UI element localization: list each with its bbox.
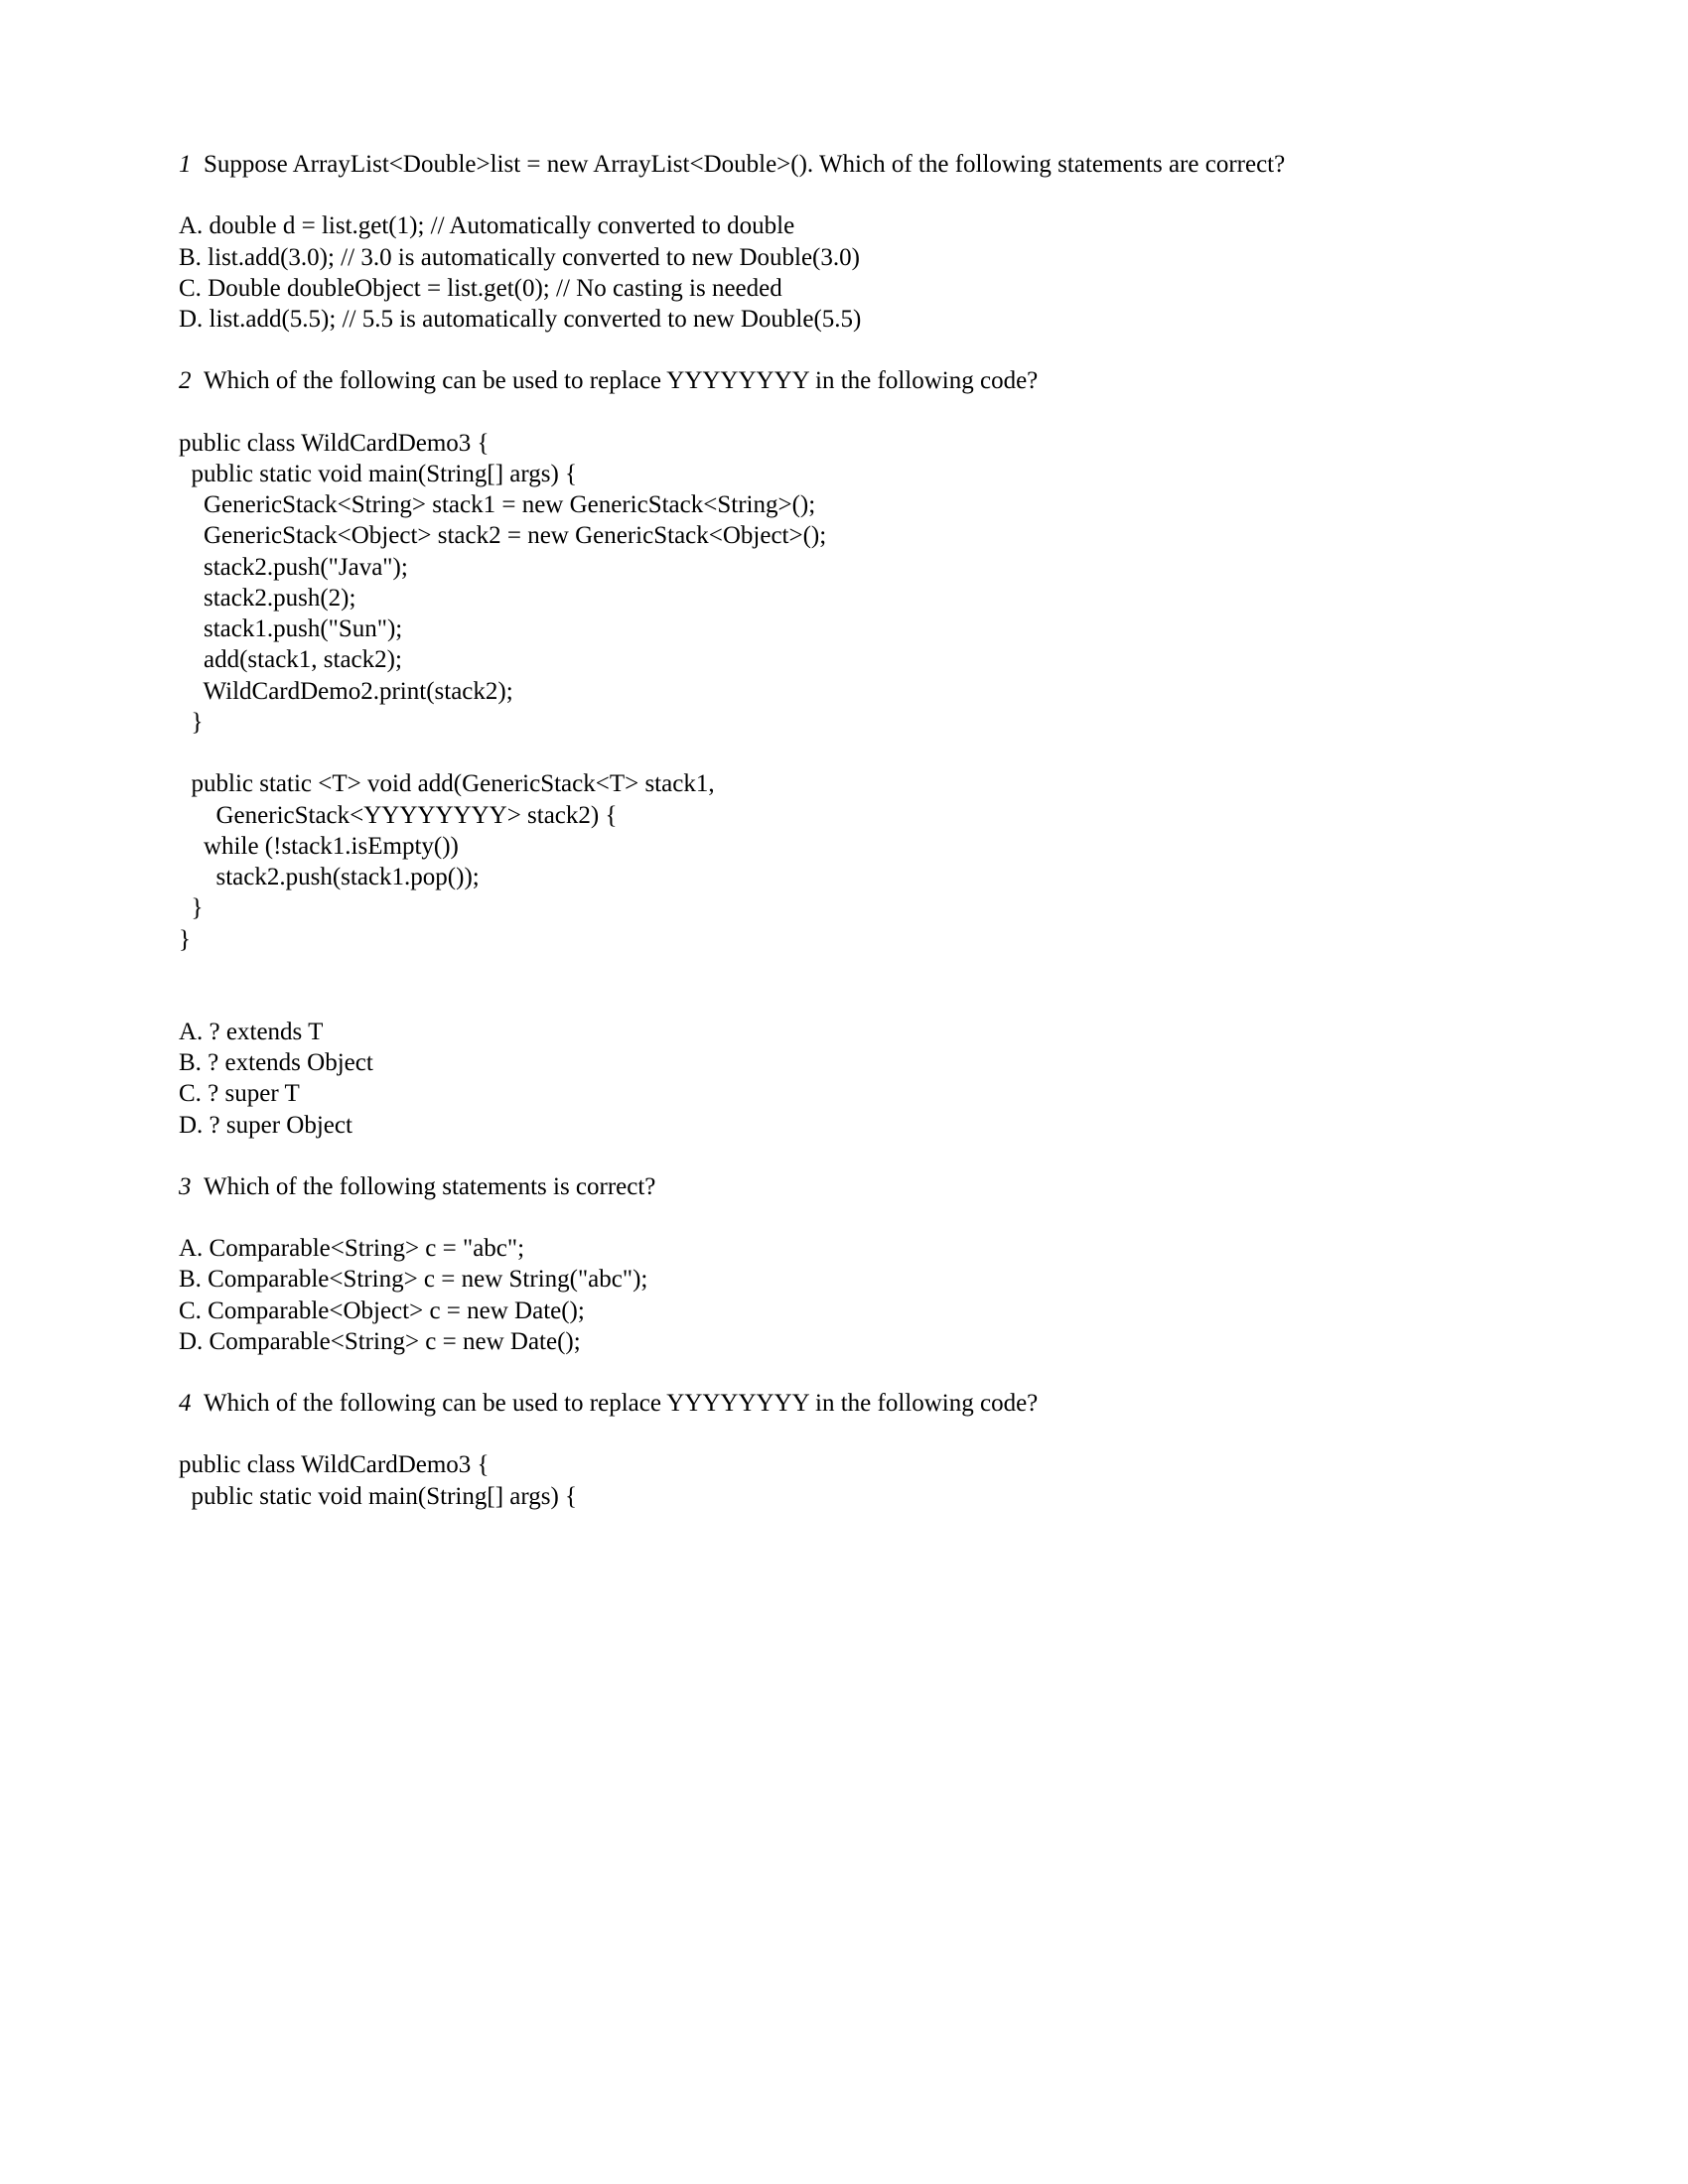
option-a: A. double d = list.get(1); // Automatica…: [179, 210, 1509, 241]
option-c: C. ? super T: [179, 1078, 1509, 1109]
option-b: B. ? extends Object: [179, 1047, 1509, 1078]
question-text: Which of the following can be used to re…: [204, 1390, 1038, 1417]
option-c: C. Comparable<Object> c = new Date();: [179, 1296, 1509, 1326]
question-2-options: A. ? extends T B. ? extends Object C. ? …: [179, 1017, 1509, 1141]
question-number: 3: [179, 1173, 192, 1200]
option-a: A. ? extends T: [179, 1017, 1509, 1047]
option-c: C. Double doubleObject = list.get(0); //…: [179, 273, 1509, 304]
question-4: 4 Which of the following can be used to …: [179, 1388, 1509, 1419]
option-d: D. ? super Object: [179, 1110, 1509, 1141]
question-number: 1: [179, 151, 192, 178]
question-1-options: A. double d = list.get(1); // Automatica…: [179, 210, 1509, 335]
option-b: B. Comparable<String> c = new String("ab…: [179, 1264, 1509, 1295]
question-1: 1 Suppose ArrayList<Double>list = new Ar…: [179, 149, 1509, 180]
question-4-code: public class WildCardDemo3 { public stat…: [179, 1449, 1509, 1512]
option-d: D. list.add(5.5); // 5.5 is automaticall…: [179, 304, 1509, 335]
option-a: A. Comparable<String> c = "abc";: [179, 1233, 1509, 1264]
option-b: B. list.add(3.0); // 3.0 is automaticall…: [179, 242, 1509, 273]
question-text: Which of the following can be used to re…: [204, 367, 1038, 394]
question-text: Which of the following statements is cor…: [204, 1173, 655, 1200]
question-3-options: A. Comparable<String> c = "abc"; B. Comp…: [179, 1233, 1509, 1357]
question-text: Suppose ArrayList<Double>list = new Arra…: [204, 151, 1285, 178]
question-3: 3 Which of the following statements is c…: [179, 1171, 1509, 1202]
question-number: 4: [179, 1390, 192, 1417]
question-number: 2: [179, 367, 192, 394]
option-d: D. Comparable<String> c = new Date();: [179, 1326, 1509, 1357]
question-2: 2 Which of the following can be used to …: [179, 365, 1509, 396]
question-2-code: public class WildCardDemo3 { public stat…: [179, 428, 1509, 955]
